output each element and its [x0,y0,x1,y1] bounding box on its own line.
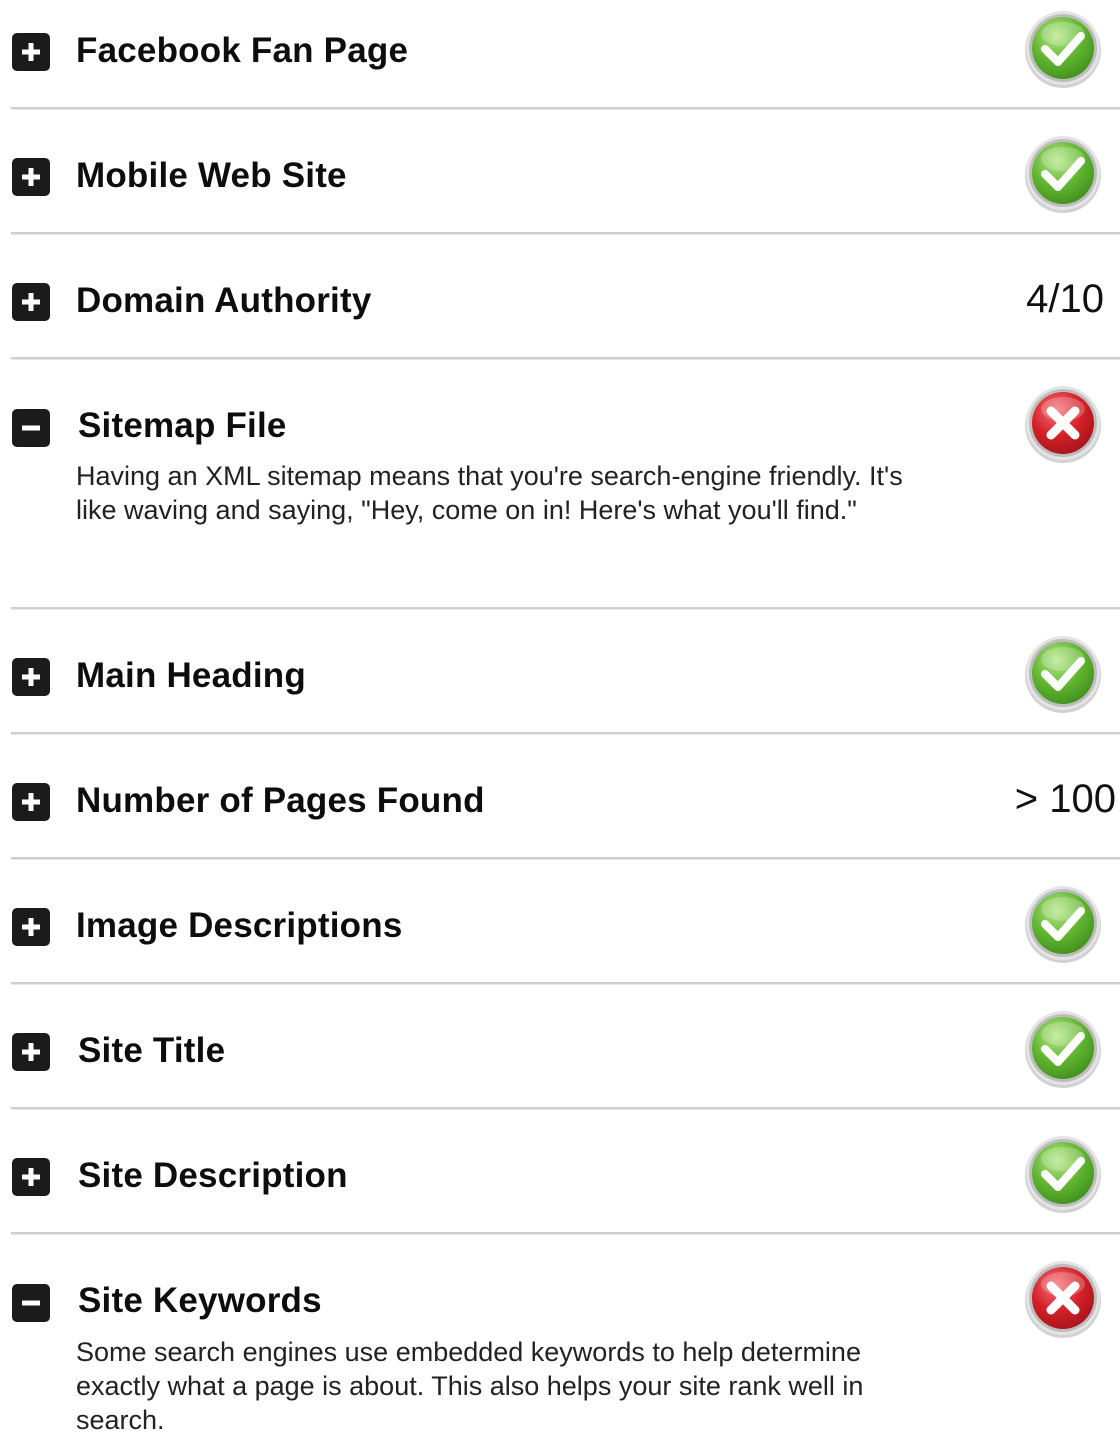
item-label: Main Heading [76,656,306,695]
item-label: Facebook Fan Page [76,31,409,70]
divider [11,732,1120,734]
divider [11,1107,1120,1109]
list-item: Site Keywords Some search engines use em… [0,1250,1120,1435]
collapse-minus-icon[interactable] [12,1284,50,1322]
list-item: Number of Pages Found > 100 [0,750,1120,860]
list-item: Mobile Web Site [0,125,1120,235]
item-label: Site Keywords [78,1281,322,1320]
check-circle-icon [1023,634,1103,719]
divider [11,107,1120,109]
item-label: Number of Pages Found [76,781,485,820]
item-description: Some search engines use embedded keyword… [76,1337,864,1435]
item-label: Sitemap File [78,406,287,445]
x-circle-icon [1023,384,1103,469]
divider [11,857,1120,859]
divider [11,607,1120,609]
expand-plus-icon[interactable] [12,283,50,321]
item-label: Mobile Web Site [76,156,347,195]
divider [11,1232,1120,1234]
check-circle-icon [1023,134,1103,219]
check-circle-icon [1023,1134,1103,1219]
divider [11,357,1120,359]
expand-plus-icon[interactable] [12,1158,50,1196]
pages-found-value: > 100 [1014,777,1116,821]
list-item: Domain Authority 4/10 [0,250,1120,360]
expand-plus-icon[interactable] [12,658,50,696]
list-item: Sitemap File Having an XML sitemap means… [0,375,1120,608]
check-circle-icon [1023,1009,1103,1094]
list-item: Site Title [0,1000,1120,1110]
expand-plus-icon[interactable] [12,1033,50,1071]
check-circle-icon [1023,9,1103,94]
list-item: Facebook Fan Page [0,0,1120,110]
divider [11,232,1120,234]
x-circle-icon [1023,1259,1103,1344]
expand-plus-icon[interactable] [12,783,50,821]
item-label: Site Description [78,1156,348,1195]
domain-authority-value: 4/10 [1026,277,1104,321]
item-description: Having an XML sitemap means that you're … [76,461,903,525]
collapse-minus-icon[interactable] [12,409,50,447]
list-item: Site Description [0,1125,1120,1235]
divider [11,982,1120,984]
expand-plus-icon[interactable] [12,33,50,71]
item-label: Image Descriptions [76,906,403,945]
item-label: Domain Authority [76,281,372,320]
expand-plus-icon[interactable] [12,908,50,946]
list-item: Image Descriptions [0,875,1120,985]
expand-plus-icon[interactable] [12,158,50,196]
list-item: Main Heading [0,625,1120,735]
check-circle-icon [1023,884,1103,969]
item-label: Site Title [78,1031,226,1070]
